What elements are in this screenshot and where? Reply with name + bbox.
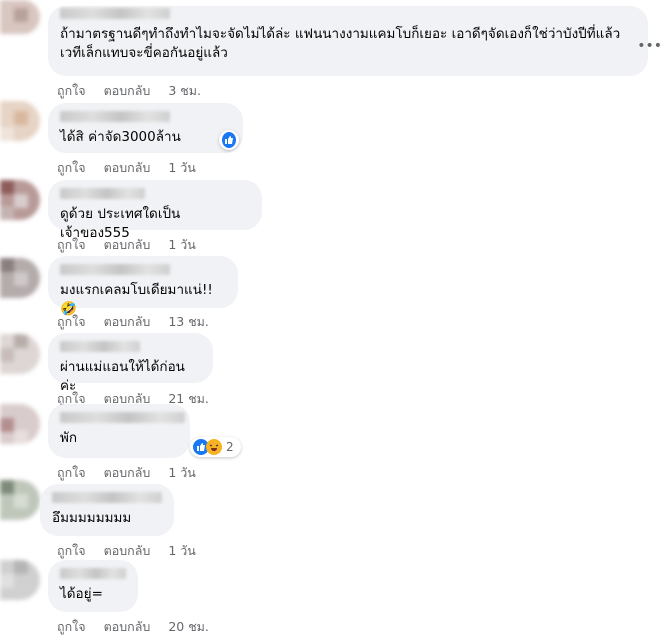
reply-link[interactable]: ตอบกลับ — [104, 312, 151, 332]
avatar[interactable] — [0, 258, 40, 298]
commenter-name[interactable] — [60, 412, 185, 423]
avatar[interactable] — [0, 334, 40, 374]
timestamp[interactable]: 13 ชม. — [168, 312, 209, 332]
comment-bubble: ถ้ามาตรฐานดีๆทำถึงทำไมจะจัดไม่ได้ล่ะ แฟน… — [48, 6, 648, 76]
comment-actions: ถูกใจ ตอบกลับ 1 วัน — [57, 158, 196, 178]
commenter-name[interactable] — [60, 341, 140, 352]
comment-bubble: ได้อยู่= — [48, 560, 138, 612]
timestamp[interactable]: 3 ชม. — [168, 81, 201, 101]
reply-link[interactable]: ตอบกลับ — [104, 158, 151, 178]
like-link[interactable]: ถูกใจ — [57, 463, 86, 483]
commenter-name[interactable] — [60, 264, 170, 275]
comment-bubble: อึมมมมมมมม — [40, 484, 174, 536]
avatar[interactable] — [0, 560, 40, 600]
reply-link[interactable]: ตอบกลับ — [104, 81, 151, 101]
avatar[interactable] — [0, 180, 40, 220]
avatar[interactable] — [0, 480, 40, 520]
like-link[interactable]: ถูกใจ — [57, 235, 86, 255]
commenter-name[interactable] — [60, 8, 170, 19]
reply-link[interactable]: ตอบกลับ — [104, 463, 151, 483]
comment-actions: ถูกใจ ตอบกลับ 13 ชม. — [57, 312, 209, 332]
timestamp[interactable]: 1 วัน — [168, 463, 196, 483]
more-options-icon[interactable]: ••• — [637, 38, 662, 54]
comment-bubble: มงแรกเคลมโบเดียมาแน่!!🤣 — [48, 256, 238, 317]
comment-bubble: ผ่านแม่แอนให้ได้ก่อนค่ะ — [48, 333, 213, 394]
like-link[interactable]: ถูกใจ — [57, 541, 86, 561]
timestamp[interactable]: 20 ชม. — [168, 617, 209, 637]
comment-actions: ถูกใจ ตอบกลับ 3 ชม. — [57, 81, 201, 101]
comment-text: อึมมมมมมมม — [52, 510, 132, 526]
commenter-name[interactable] — [60, 111, 170, 122]
commenter-name[interactable] — [60, 188, 145, 199]
like-link[interactable]: ถูกใจ — [57, 312, 86, 332]
reaction-count: 2 — [226, 440, 234, 454]
commenter-name[interactable] — [60, 568, 126, 579]
comment-bubble: พัก — [48, 404, 190, 458]
like-link[interactable]: ถูกใจ — [57, 617, 86, 637]
commenter-name[interactable] — [52, 492, 162, 503]
comment-text: ได้สิ ค่าจัด3000ล้าน — [60, 129, 181, 145]
reaction-summary[interactable]: 2 — [190, 437, 241, 457]
comment-actions: ถูกใจ ตอบกลับ 1 วัน — [57, 463, 196, 483]
comment-actions: ถูกใจ ตอบกลับ 1 วัน — [57, 541, 196, 561]
comment-text: ได้อยู่= — [60, 586, 103, 602]
comment-actions: ถูกใจ ตอบกลับ 20 ชม. — [57, 617, 209, 637]
timestamp[interactable]: 1 วัน — [168, 158, 196, 178]
reply-link[interactable]: ตอบกลับ — [104, 617, 151, 637]
comment-text: พัก — [60, 430, 78, 446]
reply-link[interactable]: ตอบกลับ — [104, 235, 151, 255]
timestamp[interactable]: 1 วัน — [168, 541, 196, 561]
timestamp[interactable]: 1 วัน — [168, 235, 196, 255]
like-reaction-icon — [222, 132, 236, 148]
reaction-summary[interactable] — [219, 130, 239, 150]
haha-reaction-icon — [206, 439, 222, 455]
avatar[interactable] — [0, 101, 40, 141]
avatar[interactable] — [0, 404, 40, 444]
like-link[interactable]: ถูกใจ — [57, 158, 86, 178]
reply-link[interactable]: ตอบกลับ — [104, 541, 151, 561]
avatar[interactable] — [0, 0, 40, 34]
comment-bubble: ดูด้วย ประเทศใดเป็นเจ้าของ555 — [48, 180, 262, 241]
comment-text: ถ้ามาตรฐานดีๆทำถึงทำไมจะจัดไม่ได้ล่ะ แฟน… — [60, 26, 621, 61]
comment-bubble: ได้สิ ค่าจัด3000ล้าน — [48, 103, 243, 153]
like-link[interactable]: ถูกใจ — [57, 81, 86, 101]
comment-actions: ถูกใจ ตอบกลับ 1 วัน — [57, 235, 196, 255]
